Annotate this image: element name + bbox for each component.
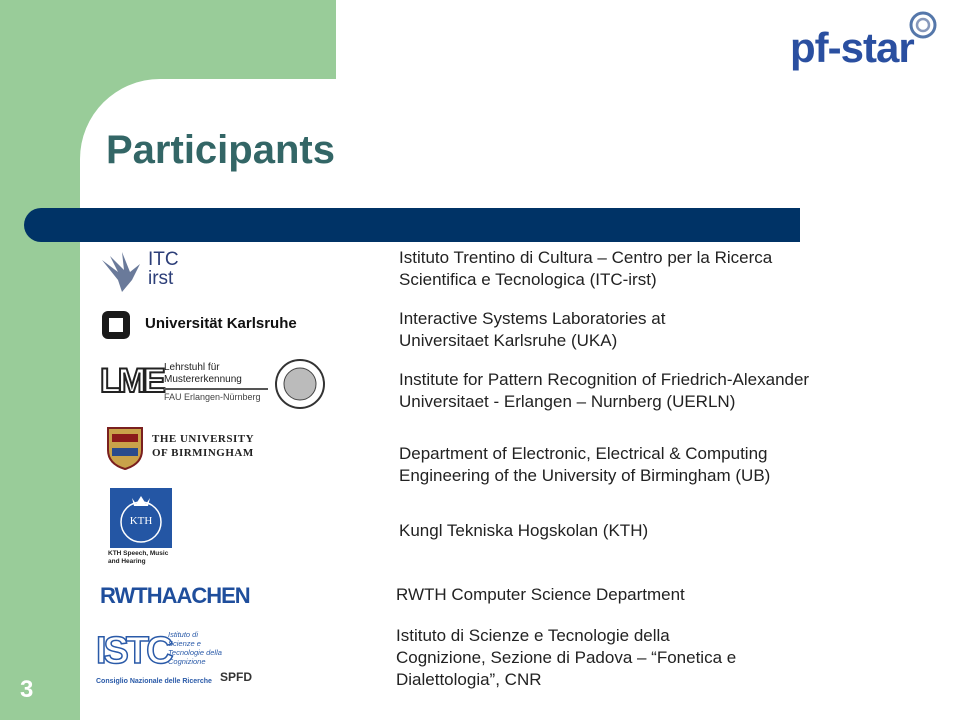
lme-logo-text: LME (99, 362, 167, 400)
page-number: 3 (20, 676, 34, 703)
karlsruhe-logo: Universität Karlsruhe (100, 308, 330, 342)
rwth-logo: RWTHAACHEN (100, 583, 270, 609)
karlsruhe-logo-text: Universität Karlsruhe (145, 315, 297, 332)
itc-logo-text: ITC irst (148, 249, 179, 289)
istc-logo-text: ISTC (95, 629, 174, 673)
participant-ub: Department of Electronic, Electrical & C… (399, 444, 771, 485)
university-seal-icon (275, 359, 325, 409)
birmingham-logo: THE UNIVERSITY OF BIRMINGHAM (104, 426, 264, 470)
participant-kth: Kungl Tekniska Hogskolan (KTH) (399, 521, 649, 540)
logo-text: pf-star (790, 24, 915, 71)
itc-irst-logo: ITC irst (100, 250, 195, 295)
participant-istc: Istituto di Scienze e Tecnologie della C… (396, 626, 737, 689)
eagle-icon (102, 252, 140, 292)
pf-star-logo: pf-star (780, 10, 950, 78)
lme-divider (164, 388, 268, 390)
erlangen-logo: LME Lehrstuhl für Mustererkennung FAU Er… (99, 358, 330, 409)
istc-subtext: Istituto di Scienze e Tecnologie della C… (168, 630, 222, 666)
karlsruhe-emblem-icon (102, 311, 130, 339)
kth-emblem: KTH (110, 488, 172, 548)
istc-logo: ISTC Istituto di Scienze e Tecnologie de… (95, 628, 282, 690)
spfd-badge: SPFD (218, 670, 255, 684)
participant-uerln: Institute for Pattern Recognition of Fri… (399, 370, 810, 411)
participant-itc-irst: Istituto Trentino di Cultura – Centro pe… (399, 248, 773, 289)
cnr-caption: Consiglio Nazionale delle Ricerche (96, 678, 212, 685)
birmingham-logo-text: THE UNIVERSITY OF BIRMINGHAM (152, 433, 255, 459)
participant-uka: Interactive Systems Laboratories at Univ… (399, 309, 666, 350)
fau-caption: FAU Erlangen-Nürnberg (164, 392, 261, 402)
kth-logo: KTH KTH Speech, Music and Hearing (108, 488, 178, 568)
participant-rwth: RWTH Computer Science Department (396, 585, 685, 604)
kth-emblem-text: KTH (129, 515, 153, 527)
birmingham-shield-icon (107, 427, 143, 470)
kth-caption: KTH Speech, Music and Hearing (108, 550, 169, 565)
title-divider-bar (24, 208, 800, 242)
lme-subtext: Lehrstuhl für Mustererkennung (164, 362, 242, 385)
swirl-icon (909, 11, 937, 39)
rwth-logo-text: RWTHAACHEN (100, 583, 251, 608)
page-title: Participants (106, 128, 335, 172)
